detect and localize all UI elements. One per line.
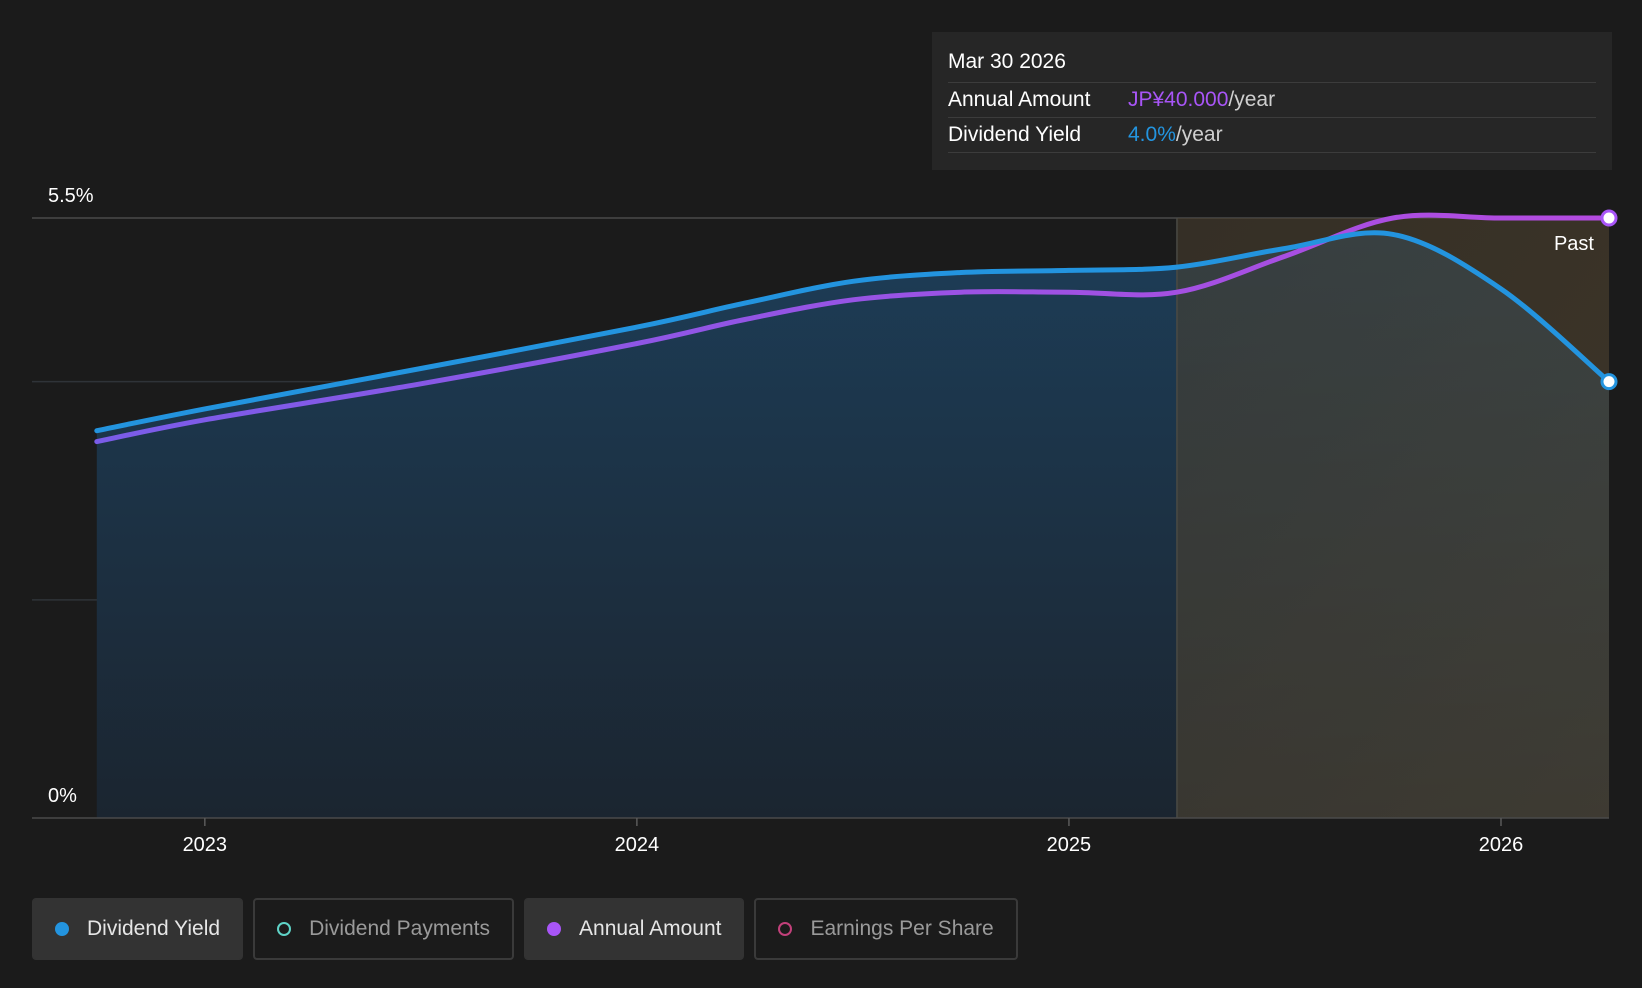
legend-label: Earnings Per Share — [810, 917, 994, 940]
legend-label: Annual Amount — [579, 917, 722, 940]
annual-amount-end-marker[interactable] — [1600, 209, 1618, 227]
chart-legend: Dividend Yield Dividend Payments Annual … — [32, 898, 1018, 960]
tooltip-row-dividend-yield: Dividend Yield 4.0% /year — [948, 118, 1596, 153]
x-axis-tick-label: 2024 — [615, 834, 660, 856]
tooltip-value: 4.0% — [1128, 123, 1176, 146]
x-axis-tick-label: 2026 — [1479, 834, 1524, 856]
tooltip-value: JP¥40.000 — [1128, 88, 1229, 111]
past-label: Past — [1554, 233, 1594, 255]
tooltip-label: Dividend Yield — [948, 123, 1082, 146]
legend-label: Dividend Yield — [87, 917, 221, 940]
y-axis-min-label: 0% — [48, 785, 77, 807]
legend-ring-icon — [277, 922, 292, 936]
hover-tooltip: Mar 30 2026 Annual Amount JP¥40.000 /yea… — [932, 32, 1612, 170]
tooltip-date: Mar 30 2026 — [948, 46, 1596, 83]
x-axis-tick-label: 2025 — [1047, 834, 1092, 856]
tooltip-row-annual-amount: Annual Amount JP¥40.000 /year — [948, 83, 1596, 118]
tooltip-unit: /year — [1175, 123, 1223, 146]
legend-dot-icon — [55, 922, 69, 936]
legend-toggle-dividend-yield[interactable]: Dividend Yield — [32, 898, 244, 960]
x-axis-tick-label: 2023 — [183, 834, 228, 856]
legend-toggle-earnings-per-share[interactable]: Earnings Per Share — [754, 898, 1018, 960]
y-axis-max-label: 5.5% — [48, 185, 94, 207]
legend-dot-icon — [547, 922, 562, 936]
tooltip-label: Annual Amount — [948, 88, 1091, 111]
legend-toggle-dividend-payments[interactable]: Dividend Payments — [253, 898, 515, 960]
tooltip-unit: /year — [1228, 88, 1276, 111]
legend-label: Dividend Payments — [309, 917, 491, 940]
legend-ring-icon — [778, 922, 793, 936]
legend-toggle-annual-amount[interactable]: Annual Amount — [524, 898, 745, 960]
dividend-yield-end-marker[interactable] — [1600, 373, 1618, 391]
past-region — [1176, 218, 1609, 818]
